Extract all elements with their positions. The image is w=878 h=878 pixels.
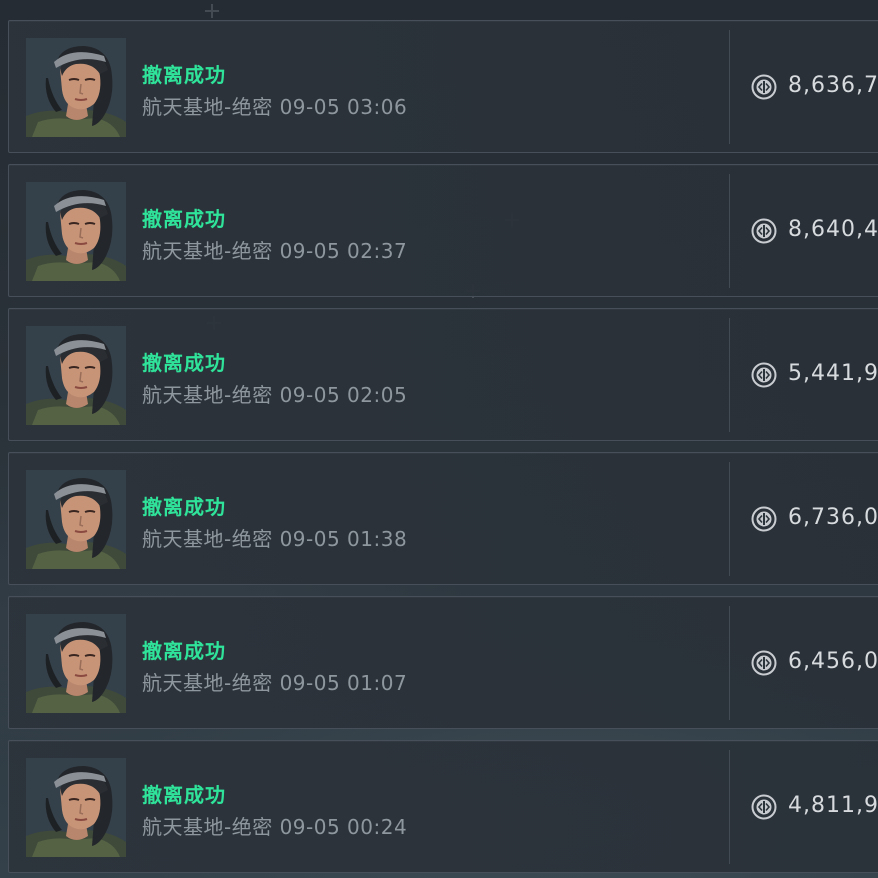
map-name: 航天基地-绝密 [142, 815, 273, 839]
operator-portrait-icon [26, 182, 126, 281]
coin-icon [751, 650, 777, 676]
extraction-status: 撤离成功 [142, 783, 226, 807]
match-history-page: 撤离成功 航天基地-绝密 09-05 03:06 8,636,74 撤离成功 航… [0, 0, 878, 878]
loot-value: 6,456,02 [788, 649, 878, 674]
loot-value: 8,636,74 [788, 73, 878, 98]
loot-value: 4,811,90 [788, 793, 878, 818]
match-record-list: 撤离成功 航天基地-绝密 09-05 03:06 8,636,74 撤离成功 航… [8, 20, 878, 878]
match-record-row[interactable]: 撤离成功 航天基地-绝密 09-05 02:37 8,640,49 [8, 164, 878, 297]
match-time: 09-05 03:06 [279, 95, 408, 119]
row-divider [729, 462, 730, 576]
coin-icon [751, 74, 777, 100]
extraction-status: 撤离成功 [142, 63, 226, 87]
match-time: 09-05 02:05 [279, 383, 408, 407]
match-record-row[interactable]: 撤离成功 航天基地-绝密 09-05 01:38 6,736,00 [8, 452, 878, 585]
match-info: 航天基地-绝密 09-05 01:38 [142, 523, 407, 552]
row-divider [729, 750, 730, 864]
map-name: 航天基地-绝密 [142, 95, 273, 119]
match-info: 航天基地-绝密 09-05 00:24 [142, 811, 407, 840]
operator-portrait-icon [26, 38, 126, 137]
extraction-status: 撤离成功 [142, 207, 226, 231]
row-divider [729, 30, 730, 144]
coin-icon [751, 794, 777, 820]
match-time: 09-05 00:24 [279, 815, 408, 839]
operator-portrait-icon [26, 614, 126, 713]
match-time: 09-05 01:38 [279, 527, 408, 551]
operator-portrait-icon [26, 326, 126, 425]
row-divider [729, 606, 730, 720]
row-divider [729, 318, 730, 432]
extraction-status: 撤离成功 [142, 639, 226, 663]
extraction-status: 撤离成功 [142, 495, 226, 519]
coin-icon [751, 362, 777, 388]
match-time: 09-05 02:37 [279, 239, 408, 263]
match-info: 航天基地-绝密 09-05 03:06 [142, 91, 407, 120]
map-name: 航天基地-绝密 [142, 383, 273, 407]
operator-portrait-icon [26, 470, 126, 569]
map-name: 航天基地-绝密 [142, 671, 273, 695]
map-name: 航天基地-绝密 [142, 527, 273, 551]
loot-value: 6,736,00 [788, 505, 878, 530]
extraction-status: 撤离成功 [142, 351, 226, 375]
loot-value: 8,640,49 [788, 217, 878, 242]
loot-value: 5,441,93 [788, 361, 878, 386]
coin-icon [751, 506, 777, 532]
match-info: 航天基地-绝密 09-05 02:05 [142, 379, 407, 408]
coin-icon [751, 218, 777, 244]
operator-portrait-icon [26, 758, 126, 857]
match-record-row[interactable]: 撤离成功 航天基地-绝密 09-05 02:05 5,441,93 [8, 308, 878, 441]
background-cross-mark [205, 4, 219, 18]
map-name: 航天基地-绝密 [142, 239, 273, 263]
match-time: 09-05 01:07 [279, 671, 408, 695]
match-record-row[interactable]: 撤离成功 航天基地-绝密 09-05 03:06 8,636,74 [8, 20, 878, 153]
match-info: 航天基地-绝密 09-05 02:37 [142, 235, 407, 264]
match-record-row[interactable]: 撤离成功 航天基地-绝密 09-05 01:07 6,456,02 [8, 596, 878, 729]
row-divider [729, 174, 730, 288]
match-info: 航天基地-绝密 09-05 01:07 [142, 667, 407, 696]
match-record-row[interactable]: 撤离成功 航天基地-绝密 09-05 00:24 4,811,90 [8, 740, 878, 873]
